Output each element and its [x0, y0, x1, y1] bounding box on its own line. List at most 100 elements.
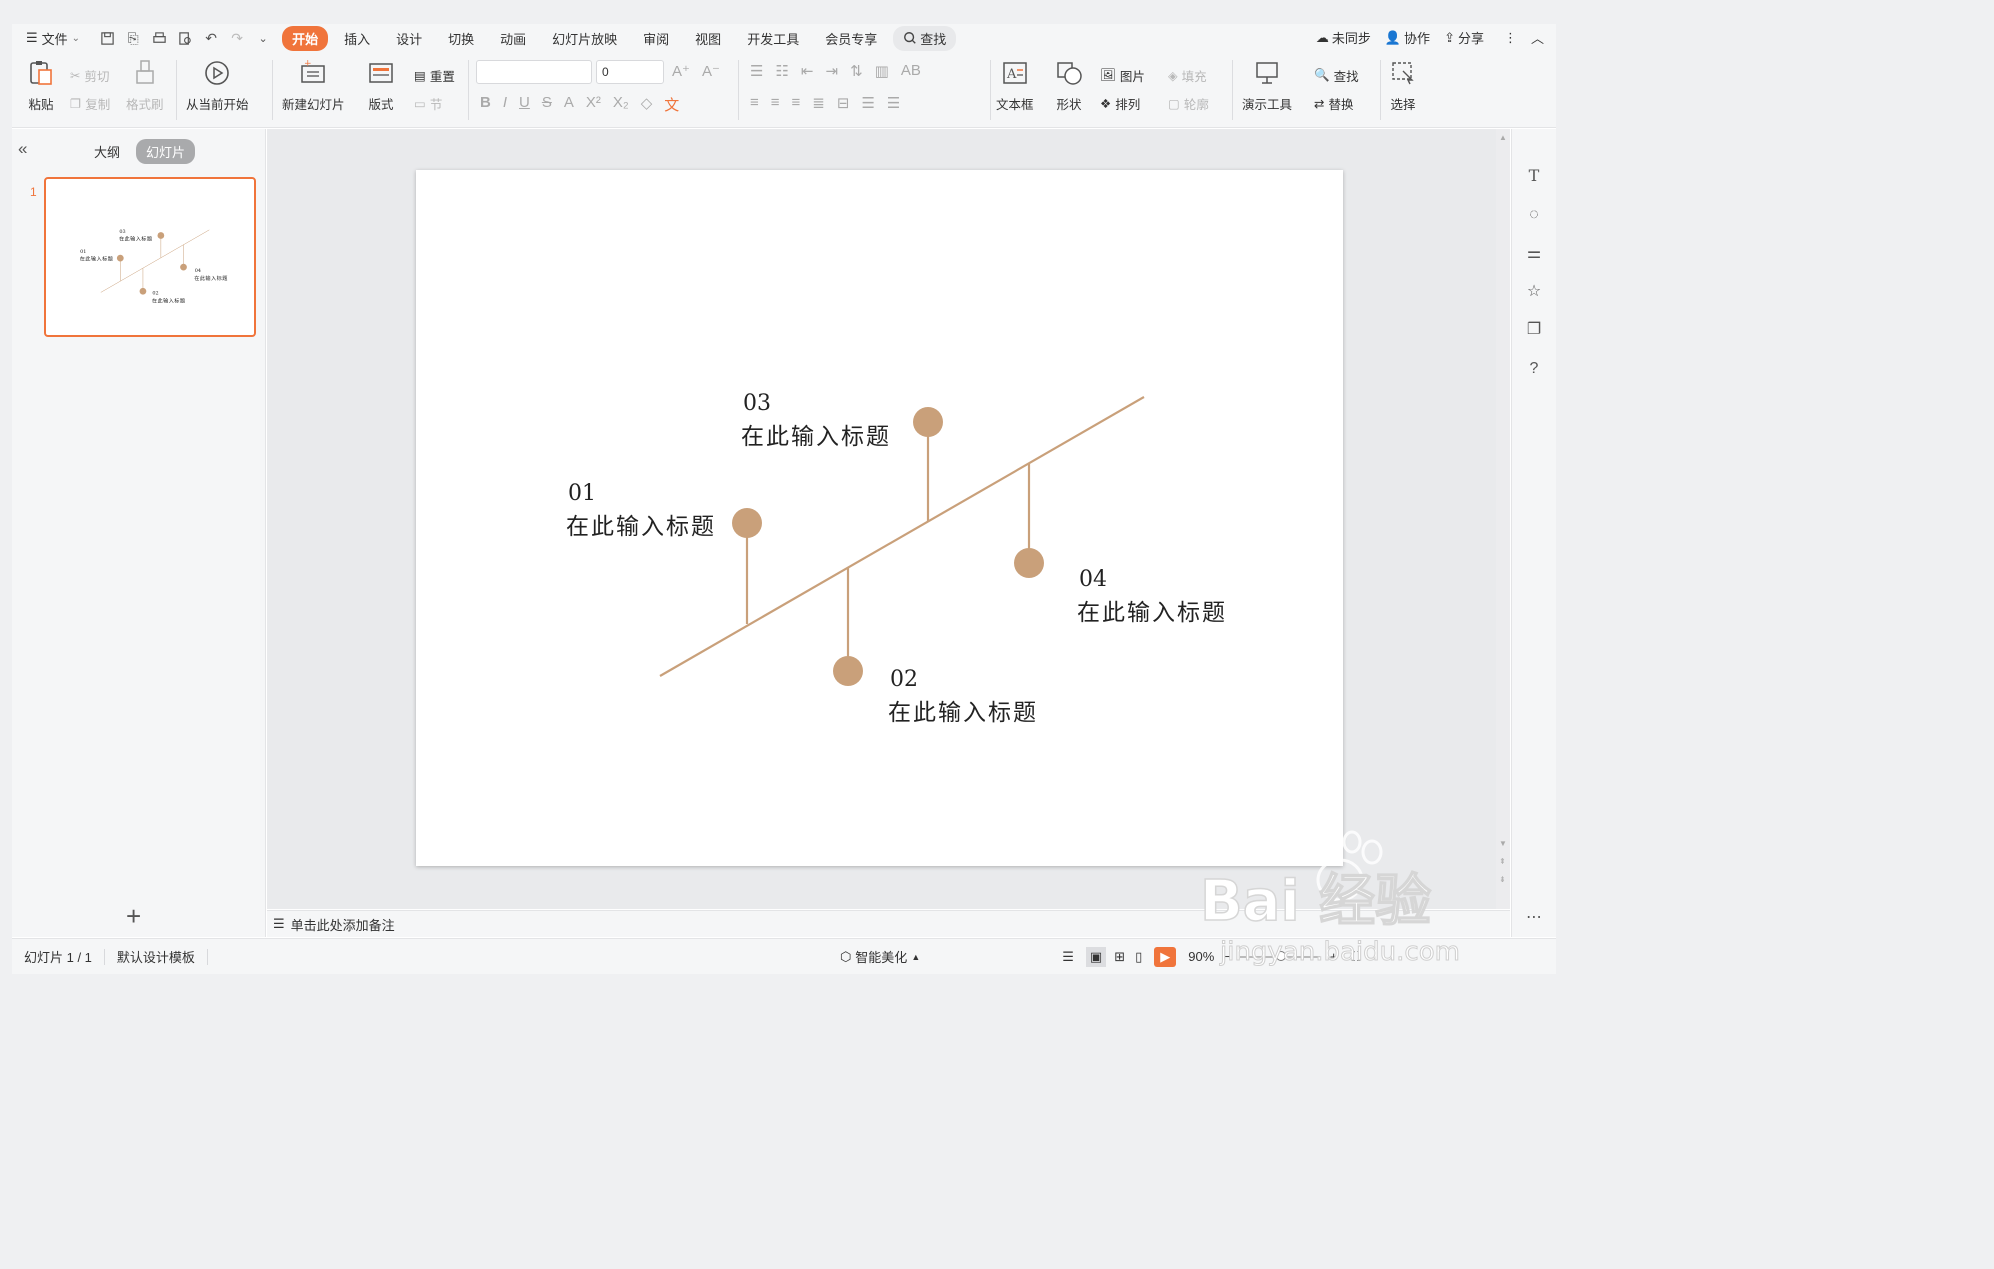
select-button[interactable]: 选择 [1388, 58, 1418, 113]
item-title[interactable]: 在此输入标题 [1077, 600, 1227, 626]
columns-icon[interactable]: ▥ [875, 62, 889, 80]
thumb-timeline-dot[interactable] [180, 263, 187, 271]
item-title[interactable]: 在此输入标题 [566, 514, 716, 540]
undo-icon[interactable]: ↶ [200, 27, 222, 49]
thumb-item-number[interactable]: 04 [195, 268, 201, 274]
more-icon[interactable]: ⋮ [1504, 30, 1517, 46]
line-spacing-icon[interactable]: ☰ [861, 94, 874, 112]
numbering-icon[interactable]: ☷ [775, 62, 788, 80]
tab-slides[interactable]: 幻灯片 [136, 139, 196, 164]
thumb-item-title[interactable]: 在此输入标题 [152, 296, 186, 304]
strikethrough-icon[interactable]: S [542, 94, 552, 115]
reading-view-icon[interactable]: ▯ [1135, 949, 1142, 965]
tab-animations[interactable]: 动画 [490, 26, 536, 51]
increase-indent-icon[interactable]: ⇥ [825, 62, 838, 80]
outline-button[interactable]: ▢ 轮廓 [1168, 94, 1209, 113]
sorter-view-icon[interactable]: ⊞ [1114, 949, 1125, 965]
tab-review[interactable]: 审阅 [633, 26, 679, 51]
print-preview-icon[interactable] [174, 27, 196, 49]
zoom-in-icon[interactable]: + [1330, 949, 1338, 964]
thumb-timeline-dot[interactable] [116, 254, 124, 262]
help-icon[interactable]: ? [1524, 359, 1544, 379]
font-size-select[interactable]: 0 [596, 60, 664, 84]
item-number[interactable]: 03 [743, 391, 771, 416]
tab-outline[interactable]: 大纲 [84, 139, 130, 164]
share-button[interactable]: ⇪ 分享 [1444, 28, 1484, 47]
shape-button[interactable]: 形状 [1054, 58, 1084, 113]
timeline-dot[interactable] [913, 407, 943, 437]
slide-thumbnail[interactable]: 01 在此输入标题 02 在此输入标题 03 在此输入标题 04 在此输入标题 [44, 177, 256, 337]
collapse-ribbon-icon[interactable]: ︿ [1531, 28, 1544, 47]
template-name[interactable]: 默认设计模板 [105, 947, 207, 966]
collab-button[interactable]: 👤 协作 [1385, 28, 1430, 47]
font-color-icon[interactable]: A [564, 94, 574, 115]
timeline-dot[interactable] [1014, 548, 1044, 578]
bold-icon[interactable]: B [480, 94, 491, 115]
justify-icon[interactable]: ≣ [812, 94, 825, 112]
tab-home[interactable]: 开始 [282, 25, 329, 51]
notes-toggle-icon[interactable]: ☰ [1062, 949, 1074, 965]
redo-icon[interactable]: ↷ [226, 27, 248, 49]
phonetic-icon[interactable]: 文 [664, 94, 679, 115]
search-box[interactable]: 查找 [893, 25, 957, 51]
play-slideshow-icon[interactable]: ▶ [1154, 946, 1177, 967]
align-left-icon[interactable]: ≡ [750, 94, 759, 112]
zoom-slider-handle[interactable] [1275, 950, 1286, 961]
zoom-level[interactable]: 90% [1188, 949, 1214, 964]
fit-window-icon[interactable]: ⛶ [1351, 949, 1360, 965]
tab-view[interactable]: 视图 [685, 26, 731, 51]
customize-toolbar-icon[interactable]: ⌄ [252, 27, 274, 49]
arrange-button[interactable]: ❖ 排列 [1100, 94, 1140, 113]
more-options-icon[interactable]: ⋯ [1524, 907, 1544, 927]
timeline-dot[interactable] [732, 508, 762, 538]
thumb-timeline-dot[interactable] [139, 287, 147, 295]
paste-button[interactable]: 粘贴 [26, 58, 56, 113]
grow-font-icon[interactable]: A⁺ [672, 62, 690, 80]
italic-icon[interactable]: I [503, 94, 507, 115]
section-button[interactable]: ▭ 节 [414, 94, 442, 113]
tab-design[interactable]: 设计 [386, 26, 432, 51]
scroll-down-icon[interactable]: ▼ [1499, 839, 1507, 848]
present-tools-button[interactable]: 演示工具 [1242, 58, 1292, 113]
item-number[interactable]: 01 [568, 481, 596, 506]
shrink-font-icon[interactable]: A⁻ [702, 62, 720, 80]
textbox-button[interactable]: A 文本框 [996, 58, 1034, 113]
thumb-item-title[interactable]: 在此输入标题 [80, 255, 114, 263]
sync-button[interactable]: ☁ 未同步 [1316, 28, 1371, 47]
subscript-icon[interactable]: X₂ [613, 94, 629, 115]
format-painter-button[interactable]: 格式刷 [126, 58, 164, 113]
tab-slideshow[interactable]: 幻灯片放映 [542, 26, 627, 51]
slide[interactable]: 01 在此输入标题 02 在此输入标题 03 在此输入标题 04 在此输入标题 [416, 170, 1343, 866]
align-right-icon[interactable]: ≡ [792, 94, 801, 112]
thumb-item-number[interactable]: 03 [119, 229, 125, 235]
char-spacing-icon[interactable]: AB [901, 62, 921, 80]
superscript-icon[interactable]: X² [586, 94, 601, 115]
para-spacing-icon[interactable]: ☰ [887, 94, 900, 112]
layout-button[interactable]: 版式 [366, 58, 396, 113]
notes-bar[interactable]: ☰ 单击此处添加备注 [267, 910, 1510, 937]
replace-button[interactable]: ⇄ 替换 [1314, 94, 1354, 113]
copy-button[interactable]: ❐ 复制 [70, 94, 110, 113]
font-family-select[interactable] [476, 60, 592, 84]
underline-icon[interactable]: U [519, 94, 530, 115]
distribute-icon[interactable]: ⊟ [837, 94, 850, 112]
slide-transition-icon[interactable]: ❐ [1524, 319, 1544, 339]
tab-developer[interactable]: 开发工具 [737, 26, 809, 51]
vertical-scrollbar[interactable]: ▲ ▼ ⇞ ⇟ [1496, 129, 1510, 909]
align-center-icon[interactable]: ≡ [771, 94, 780, 112]
beautify-button[interactable]: ⬡ 智能美化 ▲ [828, 947, 932, 966]
find-button[interactable]: 🔍 查找 [1314, 66, 1359, 85]
lightbulb-icon[interactable]: ◌ [1524, 205, 1544, 225]
thumb-item-number[interactable]: 02 [152, 291, 158, 297]
collapse-panel-icon[interactable]: « [18, 139, 27, 159]
star-icon[interactable]: ☆ [1524, 281, 1544, 301]
normal-view-icon[interactable]: ▣ [1085, 946, 1107, 967]
save-icon[interactable] [96, 27, 118, 49]
item-title[interactable]: 在此输入标题 [741, 424, 891, 450]
decrease-indent-icon[interactable]: ⇤ [801, 62, 814, 80]
tab-member[interactable]: 会员专享 [815, 26, 887, 51]
file-menu[interactable]: ☰ 文件 ⌄ [26, 29, 80, 48]
picture-button[interactable]: 🖼 图片 [1100, 66, 1145, 85]
tab-insert[interactable]: 插入 [334, 26, 380, 51]
text-style-icon[interactable]: T [1524, 165, 1544, 185]
